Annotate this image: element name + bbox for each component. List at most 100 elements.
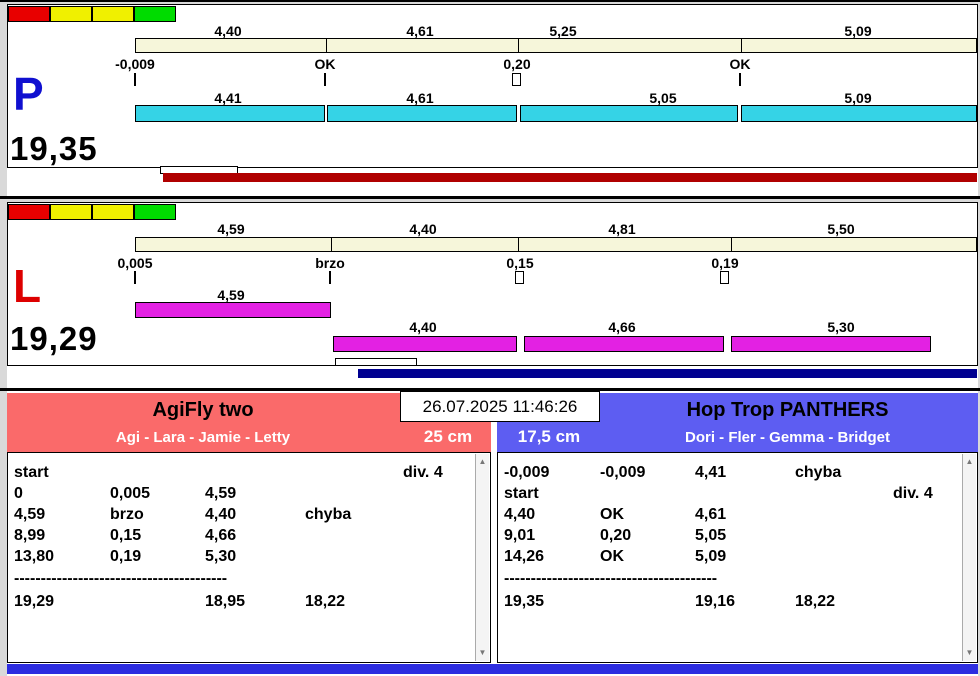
change-indicator-box <box>720 271 729 284</box>
change-mark-label: 0,20 <box>503 56 531 72</box>
log-cell: 19,35 <box>504 593 545 610</box>
flyball-timing-window: 4,40 4,61 5,25 5,09 -0,009 OK 0,20 OK P … <box>0 0 980 676</box>
log-cell: 0,19 <box>110 548 142 565</box>
plan-time-bar <box>135 38 977 53</box>
tick-mark <box>329 271 331 284</box>
log-cell: 0 <box>14 485 23 502</box>
log-cell: 19,16 <box>695 593 736 610</box>
log-cell: start <box>504 485 539 502</box>
log-separator-row: ---------------------------------------- <box>8 569 474 590</box>
log-cell: chyba <box>795 464 842 481</box>
lane-p-progress-bar <box>163 173 977 182</box>
log-separator-row: ---------------------------------------- <box>498 569 961 590</box>
tick-mark <box>134 271 136 284</box>
plan-split-label: 4,59 <box>217 221 245 237</box>
log-cell: div. 4 <box>403 464 443 481</box>
plan-time-bar <box>135 237 977 252</box>
log-row: -0,009 -0,009 4,41 chyba <box>498 463 961 484</box>
log-row: 0 0,005 4,59 <box>8 484 474 505</box>
team-left-log: start div. 4 0 0,005 4,59 4,59 brzo 4,40… <box>7 452 491 663</box>
log-cell: OK <box>600 548 624 565</box>
plan-split-label: 4,81 <box>608 221 636 237</box>
log-cell: start <box>14 464 49 481</box>
run-split-label: 4,61 <box>406 90 434 106</box>
scroll-up-icon[interactable]: ▲ <box>963 454 976 470</box>
log-row: start div. 4 <box>8 463 474 484</box>
bar-divider <box>731 238 732 251</box>
team-left-log-scrollbar[interactable]: ▲ ▼ <box>475 454 489 661</box>
datetime-display: 26.07.2025 11:46:26 <box>400 391 600 422</box>
change-mark-label: 0,19 <box>711 255 739 271</box>
log-cell: 19,29 <box>14 593 55 610</box>
team-right-name: Hop Trop PANTHERS <box>686 399 889 421</box>
tick-mark <box>324 73 326 86</box>
run-time-bar-segment <box>327 105 517 122</box>
run-split-label: 4,40 <box>409 319 437 335</box>
run-split-label: 4,66 <box>608 319 636 335</box>
log-total-row: 19,29 18,95 18,22 <box>8 592 474 613</box>
log-cell: 0,20 <box>600 527 632 544</box>
log-cell: 4,59 <box>14 506 46 523</box>
team-right-jump-height: 17,5 cm <box>517 427 581 446</box>
log-total-row: 19,35 19,16 18,22 <box>498 592 961 613</box>
log-cell: 5,09 <box>695 548 727 565</box>
start-light-green-icon <box>134 6 176 22</box>
log-cell: 4,40 <box>205 506 237 523</box>
log-row: 9,01 0,20 5,05 <box>498 526 961 547</box>
start-light-red-icon <box>8 6 50 22</box>
start-light-yellow2-icon <box>92 204 134 220</box>
plan-split-label: 5,09 <box>844 23 872 39</box>
scroll-up-icon[interactable]: ▲ <box>476 454 489 470</box>
lane-p-letter: P <box>13 68 44 120</box>
run-time-bar-segment <box>520 105 738 122</box>
lane-p-panel: 4,40 4,61 5,25 5,09 -0,009 OK 0,20 OK P … <box>7 4 978 168</box>
team-right-log-scrollbar[interactable]: ▲ ▼ <box>962 454 976 661</box>
scroll-down-icon[interactable]: ▼ <box>476 645 489 661</box>
run-time-bar-segment <box>741 105 977 122</box>
log-cell: 4,59 <box>205 485 237 502</box>
tick-mark <box>134 73 136 86</box>
start-light-red-icon <box>8 204 50 220</box>
plan-split-label: 4,40 <box>409 221 437 237</box>
log-cell: 14,26 <box>504 548 545 565</box>
lane-l-progress-bar <box>358 369 977 378</box>
log-cell: -0,009 <box>504 464 550 481</box>
log-cell: -0,009 <box>600 464 646 481</box>
scroll-down-icon[interactable]: ▼ <box>963 645 976 661</box>
horizontal-separator <box>0 196 980 199</box>
log-cell: 9,01 <box>504 527 536 544</box>
change-mark-label: 0,005 <box>117 255 153 271</box>
log-cell: 5,30 <box>205 548 237 565</box>
run-split-label: 4,41 <box>214 90 242 106</box>
team-left-members: Agi - Lara - Jamie - Letty <box>115 429 291 446</box>
log-row: 4,40 OK 4,61 <box>498 505 961 526</box>
start-light-green-icon <box>134 204 176 220</box>
bottom-status-bar <box>7 664 978 674</box>
log-row: 8,99 0,15 4,66 <box>8 526 474 547</box>
change-indicator-box <box>515 271 524 284</box>
log-cell: 4,66 <box>205 527 237 544</box>
log-cell: 18,95 <box>205 593 246 610</box>
log-cell: ---------------------------------------- <box>504 570 718 587</box>
lane-l-progress-track <box>335 358 417 366</box>
log-cell: chyba <box>305 506 352 523</box>
log-cell: 0,005 <box>110 485 151 502</box>
start-light-yellow1-icon <box>50 6 92 22</box>
log-row: 13,80 0,19 5,30 <box>8 547 474 568</box>
lane-p-total-time: 19,35 <box>10 130 98 167</box>
log-cell: div. 4 <box>893 485 933 502</box>
window-top-edge <box>0 0 980 2</box>
run-time-bar-segment <box>524 336 724 352</box>
team-right-members: Dori - Fler - Gemma - Bridget <box>684 429 891 446</box>
run-time-bar-segment <box>135 105 325 122</box>
plan-split-label: 5,25 <box>549 23 577 39</box>
log-cell: 5,05 <box>695 527 727 544</box>
team-right-log: -0,009 -0,009 4,41 chyba start div. 4 4,… <box>497 452 978 663</box>
start-light-yellow1-icon <box>50 204 92 220</box>
bar-divider <box>518 238 519 251</box>
team-left-name: AgiFly two <box>152 399 254 421</box>
change-mark-label: OK <box>314 56 336 72</box>
run-time-bar-segment <box>731 336 931 352</box>
log-row: 14,26 OK 5,09 <box>498 547 961 568</box>
log-cell: 18,22 <box>795 593 836 610</box>
